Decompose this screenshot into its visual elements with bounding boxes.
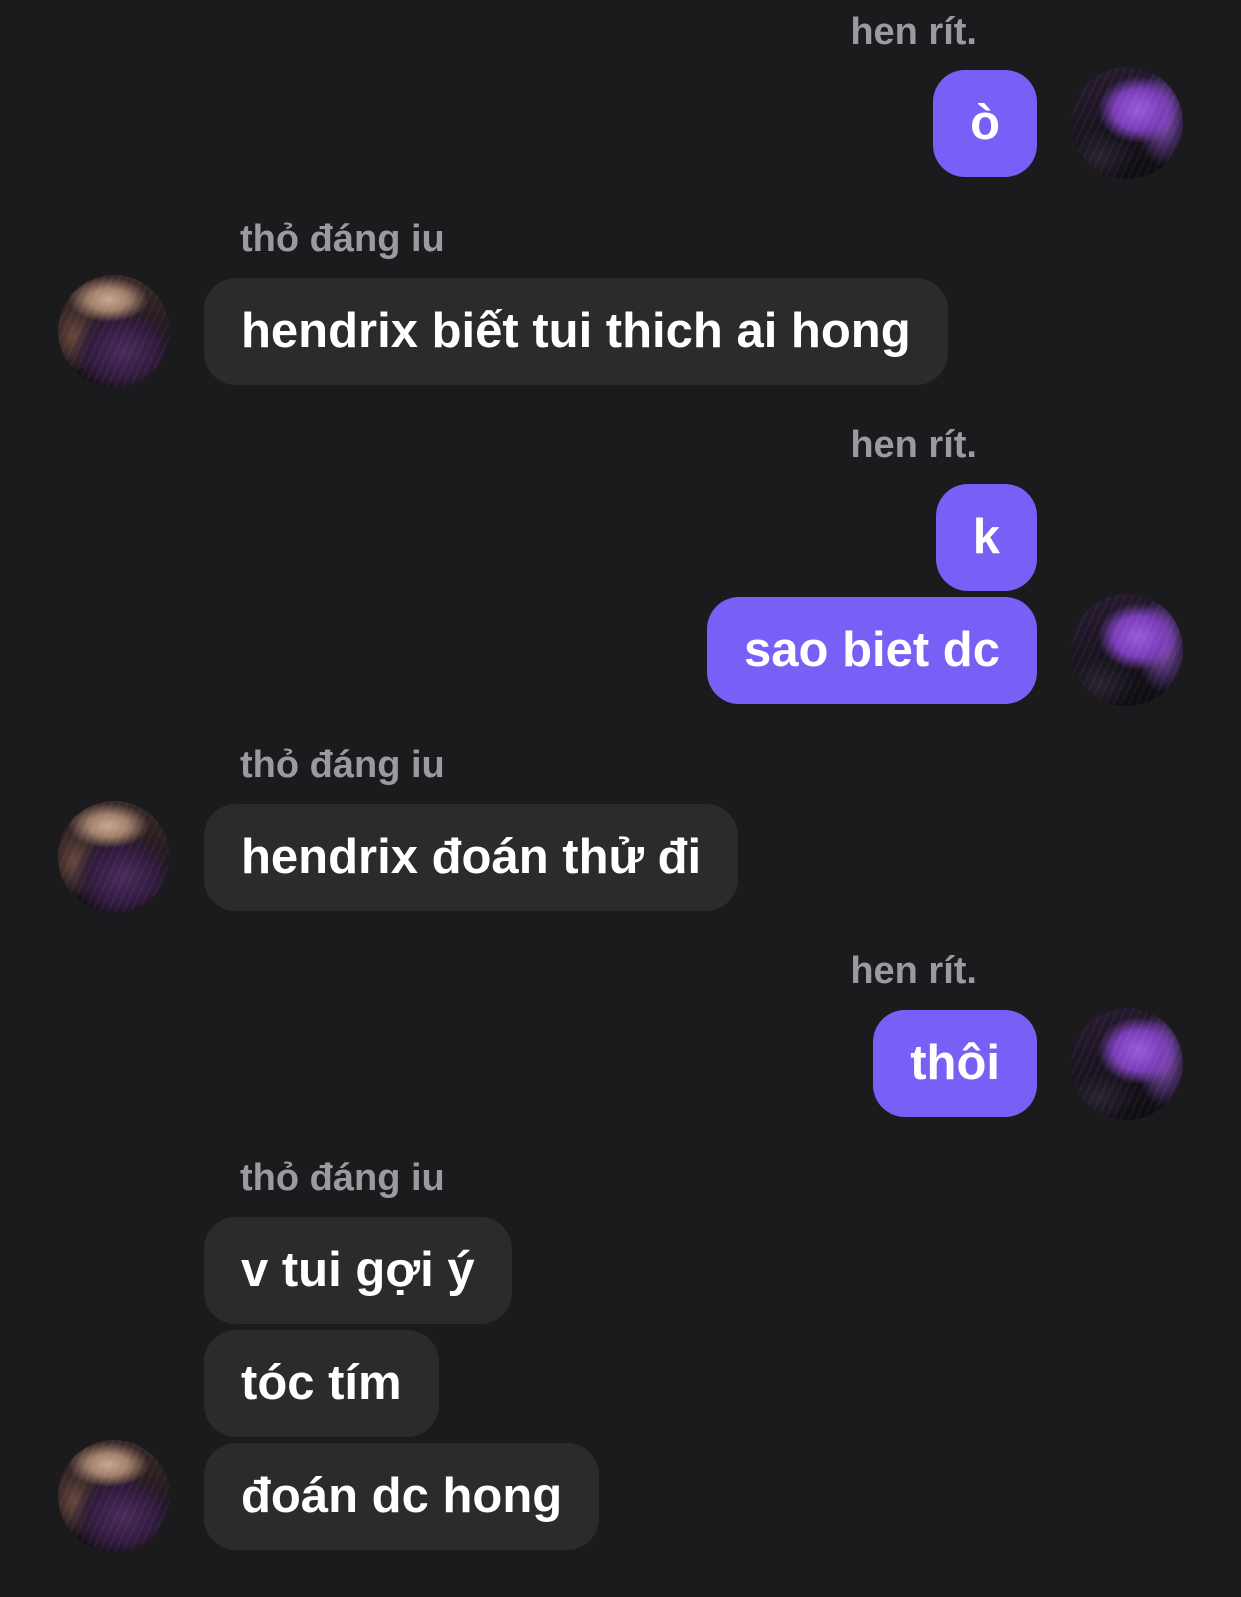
message-bubble-outgoing[interactable]: k	[935, 484, 1037, 591]
sender-name-me: hen rít.	[850, 950, 977, 992]
message-bubble-outgoing[interactable]: sao biet dc	[707, 597, 1037, 704]
message-bubble-incoming[interactable]: hendrix biết tui thich ai hong	[204, 278, 948, 385]
message-bubble-incoming[interactable]: tóc tím	[204, 1330, 439, 1437]
avatar-me[interactable]	[1071, 594, 1183, 706]
message-bubble-incoming[interactable]: hendrix đoán thử đi	[204, 804, 739, 911]
message-bubble-incoming[interactable]: đoán dc hong	[204, 1443, 600, 1550]
sender-name-her: thỏ đáng iu	[240, 218, 445, 260]
avatar-her[interactable]	[58, 1440, 170, 1552]
avatar-her[interactable]	[58, 275, 170, 387]
sender-name-me: hen rít.	[850, 11, 977, 53]
sender-name-her: thỏ đáng iu	[240, 1157, 445, 1199]
sender-name-me: hen rít.	[850, 424, 977, 466]
avatar-her[interactable]	[58, 801, 170, 913]
avatar-me[interactable]	[1071, 1008, 1183, 1120]
message-bubble-incoming[interactable]: v tui gợi ý	[204, 1217, 512, 1324]
avatar-me[interactable]	[1071, 67, 1183, 179]
message-bubble-outgoing[interactable]: ò	[933, 70, 1037, 177]
sender-name-her: thỏ đáng iu	[240, 744, 445, 786]
message-bubble-outgoing[interactable]: thôi	[873, 1010, 1037, 1117]
